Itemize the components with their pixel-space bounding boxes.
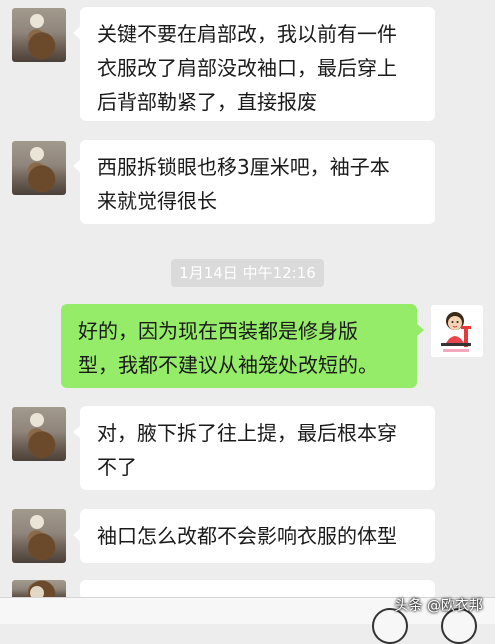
message-bubble[interactable]: 袖口怎么改都不会影响衣服的体型 (73, 509, 435, 563)
message-line: 关键不要在肩部改，我以前有一件 (97, 22, 397, 46)
message-line: 对，腋下拆了往上提，最后根本穿 (97, 421, 397, 445)
cartoon-tailor-icon (431, 305, 483, 357)
chat-timestamp: 1月14日 中午12:16 (171, 259, 324, 287)
message-bubble[interactable]: 关键不要在肩部改，我以前有一件 衣服改了肩部没改袖口，最后穿上 后背部勒紧了，直… (73, 7, 435, 121)
contact-avatar[interactable] (12, 407, 66, 461)
message-bubble[interactable]: 西服拆锁眼也移3厘米吧，袖子本 来就觉得很长 (73, 140, 435, 224)
message-line: 不了 (97, 455, 137, 479)
message-line: 后背部勒紧了，直接报废 (97, 90, 317, 114)
watermark: 头条 @欧衣邦 (394, 598, 483, 614)
message-line: 衣服改了肩部没改袖口，最后穿上 (97, 56, 397, 80)
message-line: 西服拆锁眼也移3厘米吧，袖子本 (97, 155, 390, 179)
message-line: 好的，因为现在西装都是修身版 (78, 319, 358, 343)
contact-avatar[interactable] (12, 509, 66, 563)
self-avatar[interactable] (431, 305, 483, 357)
contact-avatar[interactable] (12, 8, 66, 62)
contact-avatar[interactable] (12, 141, 66, 195)
message-line: 型，我都不建议从袖笼处改短的。 (78, 353, 378, 377)
message-bubble[interactable]: 对，腋下拆了往上提，最后根本穿 不了 (73, 406, 435, 490)
message-bubble-self[interactable]: 好的，因为现在西装都是修身版 型，我都不建议从袖笼处改短的。 (61, 304, 424, 388)
message-line: 袖口怎么改都不会影响衣服的体型 (97, 524, 397, 548)
message-line: 来就觉得很长 (97, 189, 217, 213)
